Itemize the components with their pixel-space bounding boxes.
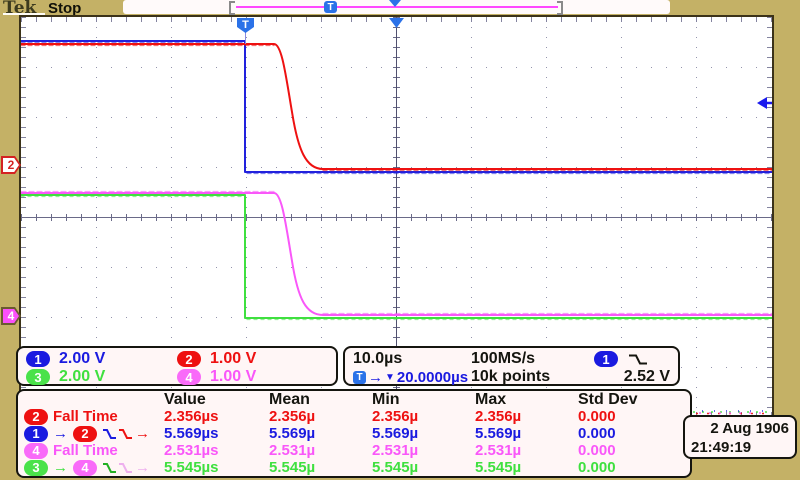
measurement-row-label[interactable]: 4 Fall Time — [24, 442, 164, 459]
expansion-point-icon[interactable] — [389, 0, 401, 7]
cursor-down-icon: ▼ — [385, 371, 395, 383]
ch1-badge: 1 — [26, 351, 50, 367]
trigger-position-value: 20.0000µs — [396, 368, 469, 386]
ch2-scale: 1.00 V — [210, 350, 257, 367]
meas-stddev: 0.000 — [578, 425, 616, 442]
meas-mean: 2.356µ — [269, 408, 316, 425]
arrow-icon: → — [135, 459, 150, 476]
trigger-position-marker[interactable]: T — [324, 1, 337, 13]
ch1-scale: 2.00 V — [59, 350, 106, 367]
falling-edge-icon — [119, 428, 132, 439]
window-bracket-left-icon[interactable] — [229, 1, 235, 15]
horizontal-trigger-readout-box: 10.0µs 100MS/s 1 T → ▼ 20.0000µs 10k poi… — [343, 346, 680, 386]
date-text: 2 Aug 1906 — [710, 420, 789, 437]
svg-text:T: T — [242, 19, 249, 31]
meas-stddev: 0.000 — [578, 459, 616, 476]
measurement-name: Fall Time — [53, 408, 118, 425]
time-text: 21:49:19 — [691, 439, 752, 456]
ch3-badge: 3 — [24, 459, 48, 476]
acquisition-preview-bar[interactable]: T — [123, 0, 670, 15]
measurements-box: Value Mean Min Max Std Dev 2 Fall Time 2… — [16, 389, 692, 478]
col-header-min: Min — [372, 391, 400, 408]
ch2-badge: 2 — [177, 351, 201, 367]
meas-stddev: 0.000 — [578, 442, 616, 459]
ch3-badge: 3 — [26, 369, 50, 385]
ch4-scale: 1.00 V — [210, 368, 257, 385]
meas-mean: 5.569µ — [269, 425, 316, 442]
ch3-scale: 2.00 V — [59, 368, 106, 385]
meas-min: 5.545µ — [372, 459, 419, 476]
falling-edge-icon — [119, 462, 132, 473]
arrow-icon: → — [368, 368, 383, 386]
meas-value: 5.569µs — [164, 425, 219, 442]
col-header-value: Value — [164, 391, 206, 408]
meas-min: 5.569µ — [372, 425, 419, 442]
falling-edge-icon — [629, 354, 647, 364]
meas-min: 2.531µ — [372, 442, 419, 459]
arrow-icon: → — [53, 425, 68, 442]
meas-max: 2.356µ — [475, 408, 522, 425]
meas-min: 2.356µ — [372, 408, 419, 425]
meas-max: 2.531µ — [475, 442, 522, 459]
meas-mean: 2.531µ — [269, 442, 316, 459]
trigger-t-icon: T — [353, 370, 366, 384]
ch1-readout[interactable]: 1 2.00 V — [26, 350, 177, 368]
falling-edge-icon — [103, 462, 116, 473]
meas-stddev: 0.000 — [578, 408, 616, 425]
oscilloscope-screen: Tek Stop T T 2 4 1 2.00 V 2 1.00 V 3 2.0… — [0, 0, 800, 480]
tek-logo: Tek — [3, 0, 45, 18]
bottom-noise — [693, 410, 769, 415]
ch2-readout[interactable]: 2 1.00 V — [177, 350, 328, 368]
window-bracket-right-icon[interactable] — [557, 1, 563, 15]
trigger-source-badge[interactable]: 1 — [594, 351, 618, 367]
measurement-row-label[interactable]: 3 → 4 → — [24, 459, 164, 476]
falling-edge-icon — [103, 428, 116, 439]
meas-value: 2.531µs — [164, 442, 219, 459]
meas-max: 5.569µ — [475, 425, 522, 442]
col-header-mean: Mean — [269, 391, 310, 408]
ch2-position-marker[interactable]: 2 — [1, 156, 21, 174]
measurement-name: Fall Time — [53, 442, 118, 459]
trigger-level[interactable]: 2.52 V — [593, 368, 670, 386]
col-header-stddev: Std Dev — [578, 391, 638, 408]
ch2-badge: 2 — [24, 408, 48, 425]
ch4-badge: 4 — [73, 459, 97, 476]
ch4-badge: 4 — [177, 369, 201, 385]
datetime-box: 2 Aug 1906 21:49:19 — [683, 415, 797, 459]
ch4-position-marker[interactable]: 4 — [1, 307, 21, 325]
ch4-readout[interactable]: 4 1.00 V — [177, 368, 328, 386]
trigger-position-readout[interactable]: T → ▼ 20.0000µs — [353, 369, 471, 386]
ch3-readout[interactable]: 3 2.00 V — [26, 368, 177, 386]
expansion-point-triangle[interactable] — [389, 18, 404, 28]
meas-value: 2.356µs — [164, 408, 219, 425]
timebase-scale[interactable]: 10.0µs — [353, 350, 471, 368]
col-header-max: Max — [475, 391, 507, 408]
channel-readout-box: 1 2.00 V 2 1.00 V 3 2.00 V 4 1.00 V — [16, 346, 338, 386]
arrow-icon: → — [53, 459, 68, 476]
meas-mean: 5.545µ — [269, 459, 316, 476]
arrow-icon: → — [135, 425, 150, 442]
ch2-badge: 2 — [73, 425, 97, 442]
record-length: 10k points — [471, 368, 551, 385]
measurement-row-label[interactable]: 1 → 2 → — [24, 425, 164, 442]
meas-max: 5.545µ — [475, 459, 522, 476]
measurement-row-label[interactable]: 2 Fall Time — [24, 408, 164, 425]
meas-value: 5.545µs — [164, 459, 219, 476]
ch4-badge: 4 — [24, 442, 48, 459]
sample-rate: 100MS/s — [471, 350, 536, 367]
ch1-badge: 1 — [24, 425, 48, 442]
